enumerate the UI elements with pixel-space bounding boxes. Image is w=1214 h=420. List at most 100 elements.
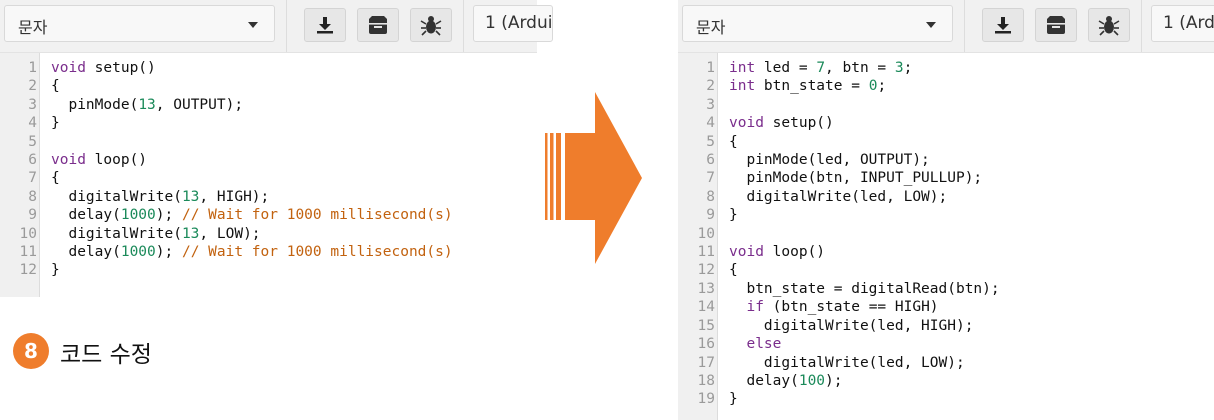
code-line: { [51,77,453,95]
line-number: 7 [28,170,37,187]
code-keyword: else [746,336,782,353]
code-mode-select[interactable]: 문자 [4,5,275,42]
code-keyword: int [729,60,756,76]
code-text: (btn_state == HIGH) [763,299,939,316]
line-number: 5 [28,133,37,150]
line-number: 2 [706,78,715,95]
code-content: int led = 7, btn = 3;int btn_state = 0;​… [729,59,1000,409]
code-number: 13 [181,188,200,205]
code-editor[interactable]: 1 2 3 4 5 6 7 8 9 10 11 12 void setup(){ pinMode(13… [0,53,537,297]
code-number: 1000 [120,207,156,224]
board-select[interactable]: 1 (Arduino [1151,5,1214,42]
code-line: { [729,261,1000,279]
right-editor-panel: 문자 1 (Ard 1 2 3 4 5 6 7 8 9 10 11 12 13 … [678,0,1214,420]
code-text: digitalWrite(led, LOW); [729,188,948,205]
code-text: pinMode(btn, INPUT_PULLUP); [729,170,983,187]
editor-toolbar: 문자 [678,0,1214,53]
code-text: { [729,262,738,279]
code-mode-select[interactable]: 문자 [682,5,953,42]
archive-icon [369,16,387,34]
bug-icon [420,16,442,36]
code-line: digitalWrite(led, LOW); [729,188,1000,206]
debug-button[interactable] [410,8,452,42]
download-button[interactable] [982,8,1024,42]
code-keyword: void [729,115,764,132]
code-text: setup() [763,115,834,132]
code-line: { [51,169,453,187]
bug-icon [1098,16,1120,36]
board-select-label: 1 (Arduino [1163,13,1214,33]
code-line: digitalWrite(13, HIGH); [51,188,453,206]
code-line: ​ [51,133,453,151]
line-number-gutter: 1 2 3 4 5 6 7 8 9 10 11 12 [0,53,40,297]
code-text: } [51,115,60,132]
code-text: setup() [85,60,156,76]
toolbar-divider [1141,0,1142,52]
code-number: 13 [181,225,200,242]
code-line: else [729,335,1000,353]
line-number: 13 [697,280,715,297]
line-number: 15 [697,317,715,334]
step-number-badge: 8 [13,333,49,369]
line-number: 8 [706,188,715,205]
line-number: 3 [28,96,37,113]
toolbar-divider [286,0,287,52]
code-number: 1000 [120,244,156,261]
code-line: digitalWrite(led, HIGH); [729,317,1000,335]
code-text: ); [825,372,843,389]
code-text: delay( [51,207,121,224]
code-line: ​ [729,96,1000,114]
code-keyword: int [729,78,756,95]
line-number: 3 [706,96,715,113]
code-line: pinMode(led, OUTPUT); [729,151,1000,169]
line-number: 9 [28,207,37,224]
line-number: 1 [706,60,715,76]
code-text: digitalWrite(led, LOW); [729,354,965,371]
line-number: 5 [706,133,715,150]
line-number: 7 [706,170,715,187]
code-line: pinMode(btn, INPUT_PULLUP); [729,169,1000,187]
code-text: delay( [51,244,121,261]
code-line: int led = 7, btn = 3; [729,59,1000,77]
line-number: 4 [706,115,715,132]
line-number: 19 [697,391,715,408]
code-line: void setup() [729,114,1000,132]
toolbar-divider [964,0,965,52]
line-number: 9 [706,207,715,224]
debug-button[interactable] [1088,8,1130,42]
code-line: delay(100); [729,372,1000,390]
code-text: { [51,170,60,187]
code-text: } [729,391,738,408]
code-line: } [51,114,453,132]
upload-button[interactable] [357,8,399,42]
line-number: 17 [697,354,715,371]
code-line: delay(1000); // Wait for 1000 millisecon… [51,206,452,224]
code-text: ; [877,78,887,95]
code-line: } [51,261,453,279]
code-keyword: void [51,152,86,169]
code-text: } [729,207,738,224]
code-text: { [729,133,738,150]
board-select[interactable]: 1 (Arduino [473,5,553,42]
code-comment: // Wait for 1000 millisecond(s) [181,244,453,261]
code-text: btn_state = digitalRead(btn); [729,280,1000,297]
code-text: btn_state = [755,78,869,95]
board-select-label: 1 (Arduino [485,13,553,33]
code-line: digitalWrite(led, LOW); [729,354,1000,372]
code-text: pinMode( [51,96,139,113]
line-number: 16 [697,336,715,353]
line-number: 2 [28,78,37,95]
code-editor[interactable]: 1 2 3 4 5 6 7 8 9 10 11 12 13 14 15 16 17 18 19 int led = … [678,53,1214,420]
line-number: 12 [697,262,715,279]
code-mode-select-label: 문자 [18,18,48,37]
code-line: void loop() [729,243,1000,261]
line-number: 11 [697,244,715,261]
code-line: digitalWrite(13, LOW); [51,225,453,243]
line-number: 11 [19,244,37,261]
code-number: 13 [138,96,156,113]
line-number: 8 [28,188,37,205]
download-button[interactable] [304,8,346,42]
upload-button[interactable] [1035,8,1077,42]
left-editor-panel: 문자 1 (Ardui 1 2 3 4 5 6 7 8 9 10 11 12 v… [0,0,553,297]
